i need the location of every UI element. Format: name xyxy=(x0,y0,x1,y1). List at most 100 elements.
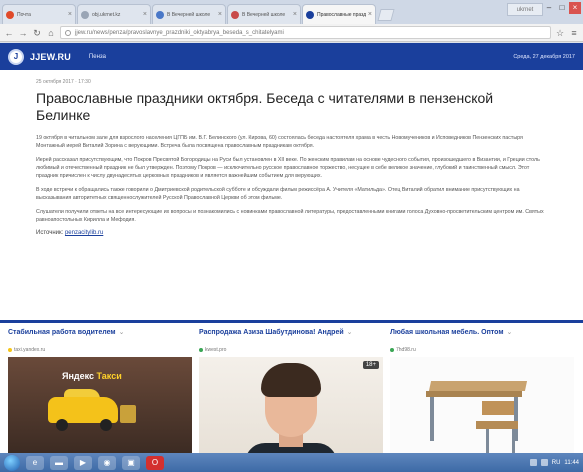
media-player-icon[interactable]: ▶ xyxy=(74,455,92,470)
ad-favicon-icon xyxy=(390,348,394,352)
ad-domain[interactable]: 7hd98.ru xyxy=(390,347,574,353)
tab-favicon-icon xyxy=(81,10,89,19)
article: 25 октября 2017 · 17:30 Православные пра… xyxy=(0,70,583,236)
new-tab-button[interactable] xyxy=(377,9,395,21)
ad-title-text: Стабильная работа водителем xyxy=(8,329,116,336)
ie-icon[interactable]: e xyxy=(26,455,44,470)
tray-language[interactable]: RU xyxy=(552,460,561,466)
forward-icon[interactable]: → xyxy=(18,28,28,38)
folder-icon[interactable]: ▬ xyxy=(50,455,68,470)
address-text: jjew.ru/news/penza/pravoslavnye_prazdnik… xyxy=(75,29,284,36)
taxi-logo: Яндекс Такси xyxy=(62,371,122,381)
browser-tab-active[interactable]: Православные праздн... × xyxy=(302,4,376,24)
browser-tab[interactable]: obj.ukrnet.kz × xyxy=(77,4,151,24)
source-link[interactable]: penzacitylib.ru xyxy=(65,230,103,236)
car-wheel xyxy=(56,419,68,431)
tab-close-icon[interactable]: × xyxy=(368,11,372,18)
age-rating-badge: 18+ xyxy=(362,361,379,369)
ad-domain-text: kwest.pro xyxy=(205,347,227,353)
section-divider xyxy=(0,320,583,323)
article-meta: 25 октября 2017 · 17:30 xyxy=(36,79,91,85)
article-title: Православные праздники октября. Беседа с… xyxy=(36,90,494,123)
site-logo-icon[interactable]: J xyxy=(8,48,24,65)
tab-favicon-icon xyxy=(306,10,314,19)
close-icon[interactable]: × xyxy=(569,2,581,14)
article-paragraph: Слушатели получили ответы на все интерес… xyxy=(36,209,544,223)
ad-title[interactable]: Распродажа Азиза Шабутдинова! Андрей ⌄ xyxy=(199,328,383,346)
browser-tab[interactable]: Почта × xyxy=(2,4,76,24)
system-tray: RU 11:44 xyxy=(529,459,579,466)
article-paragraph: Иерей рассказал присутствующим, что Покр… xyxy=(36,157,540,179)
window-icon[interactable]: ▣ xyxy=(122,455,140,470)
ad-title[interactable]: Стабильная работа водителем ⌄ xyxy=(8,328,192,346)
home-icon[interactable]: ⌂ xyxy=(46,28,56,38)
tab-title: Православные праздн... xyxy=(317,11,366,18)
os-taskbar: e ▬ ▶ ◉ ▣ O RU 11:44 xyxy=(0,453,583,472)
browser-tab[interactable]: В Вечерней школе × xyxy=(152,4,226,24)
minimize-icon[interactable]: – xyxy=(543,2,555,14)
volume-icon[interactable] xyxy=(540,459,548,466)
back-icon[interactable]: ← xyxy=(4,28,14,38)
star-icon[interactable]: ☆ xyxy=(555,28,565,38)
browser-toolbar: ← → ↻ ⌂ jjew.ru/news/penza/pravoslavnye_… xyxy=(0,24,583,42)
maximize-icon[interactable]: □ xyxy=(556,2,568,14)
portrait-hair xyxy=(261,363,321,397)
web-page: J JJEW.RU Пенза Среда, 27 декабря 2017 2… xyxy=(0,43,583,453)
browser-user-badge[interactable]: ukrnet xyxy=(507,3,543,16)
article-paragraph: В ходе встречи к обращались также говори… xyxy=(36,187,520,201)
tab-title: Почта xyxy=(17,11,31,18)
address-bar[interactable]: jjew.ru/news/penza/pravoslavnye_prazdnik… xyxy=(60,26,551,39)
ad-favicon-icon xyxy=(8,348,12,352)
tab-close-icon[interactable]: × xyxy=(143,11,147,18)
browser-tab[interactable]: В Вечерней школе × xyxy=(227,4,301,24)
ad-title-text: Распродажа Азиза Шабутдинова! Андрей xyxy=(199,329,344,336)
article-source: Источник: penzacitylib.ru xyxy=(36,230,547,236)
browser-tab-strip: Почта × obj.ukrnet.kz × В Вечерней школе… xyxy=(0,0,583,24)
ad-domain-text: taxi.yandex.ru xyxy=(14,347,46,353)
reload-icon[interactable]: ↻ xyxy=(32,28,42,38)
source-label: Источник: xyxy=(36,230,64,236)
tray-time[interactable]: 11:44 xyxy=(564,460,579,466)
chevron-down-icon[interactable]: ⌄ xyxy=(507,329,513,336)
chair-seat xyxy=(476,421,518,429)
chair-leg xyxy=(486,429,489,453)
taxi-logo-part-a: Яндекс xyxy=(62,371,95,381)
ad-card[interactable]: Распродажа Азиза Шабутдинова! Андрей ⌄ kw… xyxy=(199,328,383,453)
tab-favicon-icon xyxy=(231,10,239,19)
chevron-down-icon[interactable]: ⌄ xyxy=(119,329,125,336)
menu-icon[interactable]: ≡ xyxy=(569,28,579,38)
chevron-down-icon[interactable]: ⌄ xyxy=(347,329,353,336)
tab-title: obj.ukrnet.kz xyxy=(92,11,121,18)
ad-image-portrait[interactable]: 18+ xyxy=(199,357,383,453)
desk-leg xyxy=(430,397,434,441)
nav-link-penza[interactable]: Пенза xyxy=(89,54,106,60)
ad-title-text: Любая школьная мебель. Оптом xyxy=(390,329,504,336)
ad-domain[interactable]: taxi.yandex.ru xyxy=(8,347,192,353)
site-name[interactable]: JJEW.RU xyxy=(30,52,71,62)
window-controls: – □ × xyxy=(543,2,581,14)
chrome-icon[interactable]: ◉ xyxy=(98,455,116,470)
ad-image-school-desk[interactable] xyxy=(390,357,574,453)
logo-letter: J xyxy=(13,52,19,61)
chair-back xyxy=(482,401,514,415)
network-icon[interactable] xyxy=(529,459,537,466)
ad-card[interactable]: Стабильная работа водителем ⌄ taxi.yandex… xyxy=(8,328,192,453)
car-wheel xyxy=(100,419,112,431)
opera-icon[interactable]: O xyxy=(146,455,164,470)
start-button[interactable] xyxy=(4,454,20,471)
ad-card[interactable]: Любая школьная мебель. Оптом ⌄ 7hd98.ru xyxy=(390,328,574,453)
desk-top xyxy=(428,381,528,391)
ad-domain-text: 7hd98.ru xyxy=(396,347,416,353)
ad-block: Стабильная работа водителем ⌄ taxi.yandex… xyxy=(8,328,575,453)
taxi-logo-part-b: Такси xyxy=(96,371,122,381)
tab-close-icon[interactable]: × xyxy=(293,11,297,18)
ad-title[interactable]: Любая школьная мебель. Оптом ⌄ xyxy=(390,328,574,346)
chair-leg xyxy=(512,429,515,453)
info-icon[interactable] xyxy=(65,29,71,36)
tab-close-icon[interactable]: × xyxy=(68,11,72,18)
tab-close-icon[interactable]: × xyxy=(218,11,222,18)
screen: Почта × obj.ukrnet.kz × В Вечерней школе… xyxy=(0,0,583,472)
desk-front xyxy=(426,391,522,397)
ad-domain[interactable]: kwest.pro xyxy=(199,347,383,353)
ad-image-taxi[interactable]: Яндекс Такси xyxy=(8,357,192,453)
